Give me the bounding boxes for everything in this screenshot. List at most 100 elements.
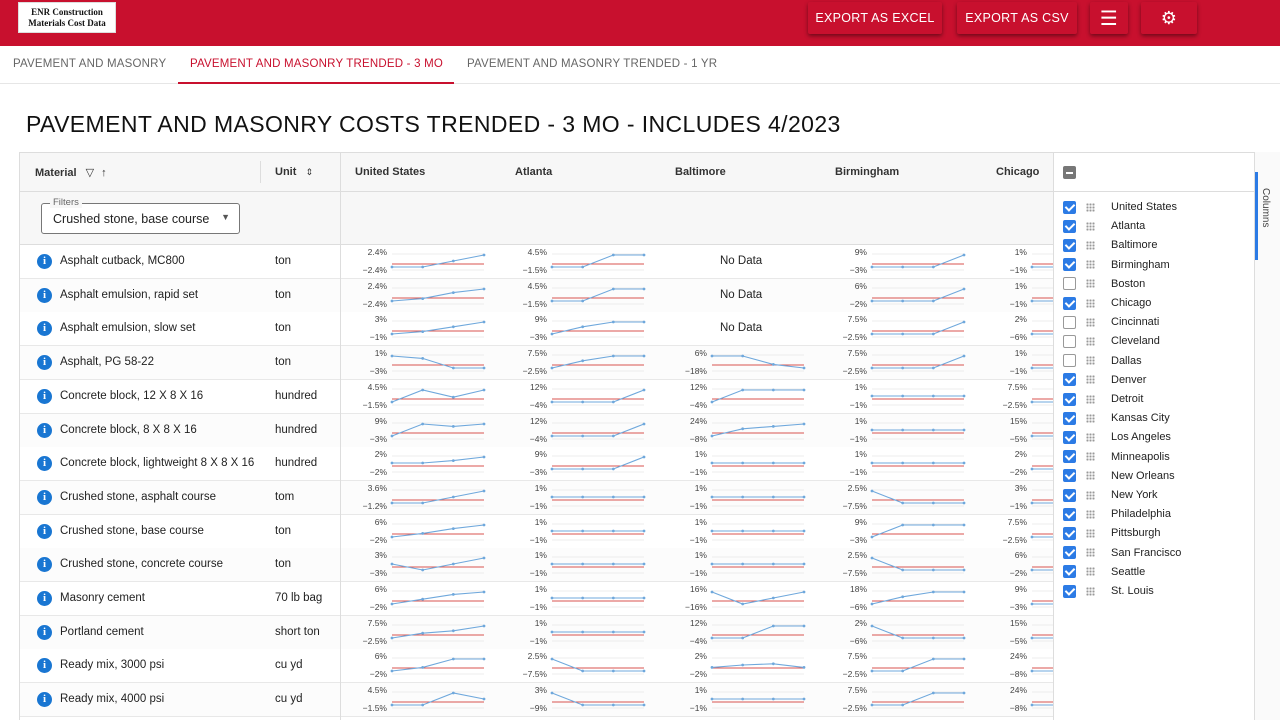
table-row[interactable]: i Concrete block, 8 X 8 X 16 hundred 9% −3% 1…	[20, 413, 1053, 448]
export-excel-button[interactable]: EXPORT AS EXCEL	[808, 2, 942, 34]
drag-handle-icon[interactable]	[1086, 317, 1095, 327]
column-checkbox[interactable]	[1063, 526, 1076, 540]
info-icon[interactable]: i	[37, 388, 52, 404]
table-row[interactable]: i Asphalt emulsion, rapid set ton 2.4% −2.4%…	[20, 278, 1053, 313]
enr-logo[interactable]: ENR Construction Materials Cost Data	[18, 2, 116, 33]
column-checkbox[interactable]	[1063, 354, 1076, 368]
column-toggle-item[interactable]: Pittsburgh	[1063, 525, 1161, 541]
table-row[interactable]: i Ready mix, 4000 psi cu yd 4.5% −1.5% 3% −9% 1…	[20, 683, 1053, 718]
column-toggle-item[interactable]: Los Angeles	[1063, 429, 1171, 445]
info-icon[interactable]: i	[37, 557, 52, 573]
drag-handle-icon[interactable]	[1086, 586, 1095, 596]
header-divider[interactable]	[260, 161, 261, 183]
column-checkbox[interactable]	[1063, 565, 1076, 579]
drag-handle-icon[interactable]	[1086, 375, 1095, 385]
table-row[interactable]: i Asphalt, PG 58-22 ton 1% −3% 7.5% −2.5% 6% −18…	[20, 346, 1053, 381]
column-checkbox[interactable]	[1063, 411, 1076, 425]
columns-side-tab[interactable]: Columns	[1254, 152, 1280, 720]
chevron-down-icon[interactable]: ▼	[221, 212, 230, 222]
drag-handle-icon[interactable]	[1086, 279, 1095, 289]
table-row[interactable]: i Asphalt cutback, MC800 ton 2.4% −2.4% 4.5% −…	[20, 245, 1053, 279]
column-checkbox[interactable]	[1063, 277, 1076, 291]
column-toggle-item[interactable]: Baltimore	[1063, 237, 1157, 253]
column-checkbox[interactable]	[1063, 200, 1076, 214]
column-checkbox[interactable]	[1063, 584, 1076, 598]
column-toggle-item[interactable]: Seattle	[1063, 564, 1145, 580]
tab-pavement-masonry[interactable]: PAVEMENT AND MASONRY	[13, 58, 166, 70]
info-icon[interactable]: i	[37, 692, 52, 708]
column-checkbox[interactable]	[1063, 469, 1076, 483]
drag-handle-icon[interactable]	[1086, 471, 1095, 481]
column-toggle-item[interactable]: Atlanta	[1063, 218, 1145, 234]
info-icon[interactable]: i	[37, 456, 52, 472]
column-checkbox[interactable]	[1063, 315, 1076, 329]
column-checkbox[interactable]	[1063, 373, 1076, 387]
drag-handle-icon[interactable]	[1086, 260, 1095, 270]
column-toggle-item[interactable]: Denver	[1063, 372, 1146, 388]
column-checkbox[interactable]	[1063, 392, 1076, 406]
header-baltimore[interactable]: Baltimore	[675, 166, 726, 178]
column-checkbox[interactable]	[1063, 450, 1076, 464]
column-checkbox[interactable]	[1063, 507, 1076, 521]
column-checkbox[interactable]	[1063, 238, 1076, 252]
tab-trended-3mo[interactable]: PAVEMENT AND MASONRY TRENDED - 3 MO	[190, 58, 443, 70]
info-icon[interactable]: i	[37, 355, 52, 371]
column-toggle-item[interactable]: Cincinnati	[1063, 314, 1159, 330]
column-toggle-item[interactable]: New Orleans	[1063, 468, 1175, 484]
info-icon[interactable]: i	[37, 523, 52, 539]
column-toggle-item[interactable]: Birmingham	[1063, 257, 1170, 273]
info-icon[interactable]: i	[37, 624, 52, 640]
column-toggle-item[interactable]: Chicago	[1063, 295, 1151, 311]
info-icon[interactable]: i	[37, 658, 52, 674]
table-row[interactable]: i Crushed stone, asphalt course tom 3.6% −1.…	[20, 480, 1053, 515]
menu-icon[interactable]: ☰	[1090, 2, 1128, 34]
column-checkbox[interactable]	[1063, 334, 1076, 348]
info-icon[interactable]: i	[37, 321, 52, 337]
toggle-all-checkbox[interactable]	[1063, 166, 1076, 179]
info-icon[interactable]: i	[37, 422, 52, 438]
info-icon[interactable]: i	[37, 254, 52, 269]
table-row[interactable]: i Ready mix, 3000 psi cu yd 6% −2% 2.5% −7.5% 2…	[20, 649, 1053, 684]
material-filter-select[interactable]: Filters Crushed stone, base course ▼	[41, 197, 240, 234]
table-row[interactable]: i Asphalt emulsion, slow set ton 3% −1% 9% −3%…	[20, 312, 1053, 347]
drag-handle-icon[interactable]	[1086, 202, 1095, 212]
drag-handle-icon[interactable]	[1086, 452, 1095, 462]
drag-handle-icon[interactable]	[1086, 356, 1095, 366]
column-toggle-item[interactable]: Dallas	[1063, 353, 1142, 369]
drag-handle-icon[interactable]	[1086, 394, 1095, 404]
column-toggle-item[interactable]: San Francisco	[1063, 545, 1181, 561]
column-checkbox[interactable]	[1063, 546, 1076, 560]
drag-handle-icon[interactable]	[1086, 509, 1095, 519]
column-checkbox[interactable]	[1063, 430, 1076, 444]
drag-handle-icon[interactable]	[1086, 413, 1095, 423]
header-unit[interactable]: Unit ⇕	[275, 166, 313, 178]
table-row[interactable]: i Concrete block, lightweight 8 X 8 X 16 h…	[20, 447, 1053, 482]
table-row[interactable]: i Concrete block, 12 X 8 X 16 hundred 4.5% −…	[20, 379, 1053, 414]
column-toggle-item[interactable]: Kansas City	[1063, 410, 1170, 426]
header-chicago[interactable]: Chicago	[996, 166, 1039, 178]
column-checkbox[interactable]	[1063, 296, 1076, 310]
drag-handle-icon[interactable]	[1086, 528, 1095, 538]
info-icon[interactable]: i	[37, 489, 52, 505]
column-toggle-item[interactable]: Minneapolis	[1063, 449, 1170, 465]
gear-icon[interactable]: ⚙	[1141, 2, 1197, 34]
drag-handle-icon[interactable]	[1086, 240, 1095, 250]
drag-handle-icon[interactable]	[1086, 298, 1095, 308]
column-toggle-item[interactable]: Boston	[1063, 276, 1145, 292]
drag-handle-icon[interactable]	[1086, 432, 1095, 442]
drag-handle-icon[interactable]	[1086, 548, 1095, 558]
table-row[interactable]: i Crushed stone, base course ton 6% −2% 1% −1%…	[20, 514, 1053, 549]
sort-both-icon[interactable]: ⇕	[305, 167, 313, 177]
column-checkbox[interactable]	[1063, 219, 1076, 233]
filter-funnel-icon[interactable]: ▽	[86, 167, 94, 179]
column-toggle-item[interactable]: Cleveland	[1063, 333, 1160, 349]
export-csv-button[interactable]: EXPORT AS CSV	[957, 2, 1077, 34]
info-icon[interactable]: i	[37, 591, 52, 606]
table-row[interactable]: i Portland cement short ton 7.5% −2.5% 1% −1% 1…	[20, 615, 1053, 650]
header-atlanta[interactable]: Atlanta	[515, 166, 552, 178]
info-icon[interactable]: i	[37, 287, 52, 303]
drag-handle-icon[interactable]	[1086, 490, 1095, 500]
column-toggle-item[interactable]: New York	[1063, 487, 1157, 503]
drag-handle-icon[interactable]	[1086, 336, 1095, 346]
tab-trended-1yr[interactable]: PAVEMENT AND MASONRY TRENDED - 1 YR	[467, 58, 717, 70]
